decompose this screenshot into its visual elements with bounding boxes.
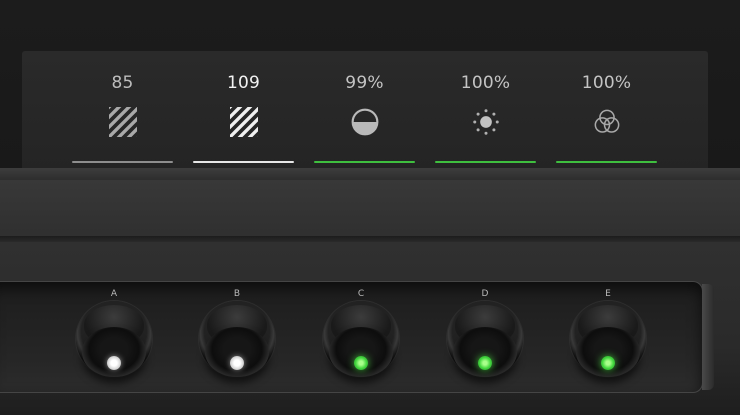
knob-led-indicator [230, 356, 244, 370]
readout-level-bar [314, 161, 415, 163]
control-surface: 85 109 99% 100% 100% A B C D E [0, 0, 740, 415]
knob-led-indicator [107, 356, 121, 370]
readout-2: 109 [193, 51, 294, 175]
sun-icon [471, 104, 501, 140]
diagonal-stripes-icon [229, 104, 259, 140]
readout-value: 99% [345, 73, 384, 93]
knob-label: A [110, 289, 118, 299]
readout-value: 100% [460, 73, 511, 93]
readout-3: 99% [314, 51, 415, 175]
readout-level-bar [435, 161, 536, 163]
chassis-panel [0, 180, 740, 240]
knob-label: C [357, 289, 365, 299]
readout-value: 85 [111, 73, 134, 93]
knob-led-indicator [478, 356, 492, 370]
knob-label: E [605, 289, 611, 299]
knob-label: D [481, 289, 489, 299]
readout-value: 100% [581, 73, 632, 93]
readout-4: 100% [435, 51, 536, 175]
knob-led-indicator [354, 356, 368, 370]
status-display: 85 109 99% 100% 100% [22, 51, 708, 175]
readout-level-bar [193, 161, 294, 163]
color-circles-icon [592, 104, 622, 140]
readout-value: 109 [226, 73, 261, 93]
readout-5: 100% [556, 51, 657, 175]
readout-level-bar [72, 161, 173, 163]
knob-bay-edge [702, 284, 714, 390]
knob-c[interactable]: C [323, 287, 399, 397]
readout-level-bar [556, 161, 657, 163]
knob-label: B [233, 289, 241, 299]
half-circle-icon [350, 104, 380, 140]
diagonal-stripes-icon [108, 104, 138, 140]
knob-b[interactable]: B [199, 287, 275, 397]
knob-led-indicator [601, 356, 615, 370]
knob-a[interactable]: A [76, 287, 152, 397]
knob-e[interactable]: E [570, 287, 646, 397]
knob-d[interactable]: D [447, 287, 523, 397]
chassis-top-edge [0, 168, 740, 180]
readout-1: 85 [72, 51, 173, 175]
